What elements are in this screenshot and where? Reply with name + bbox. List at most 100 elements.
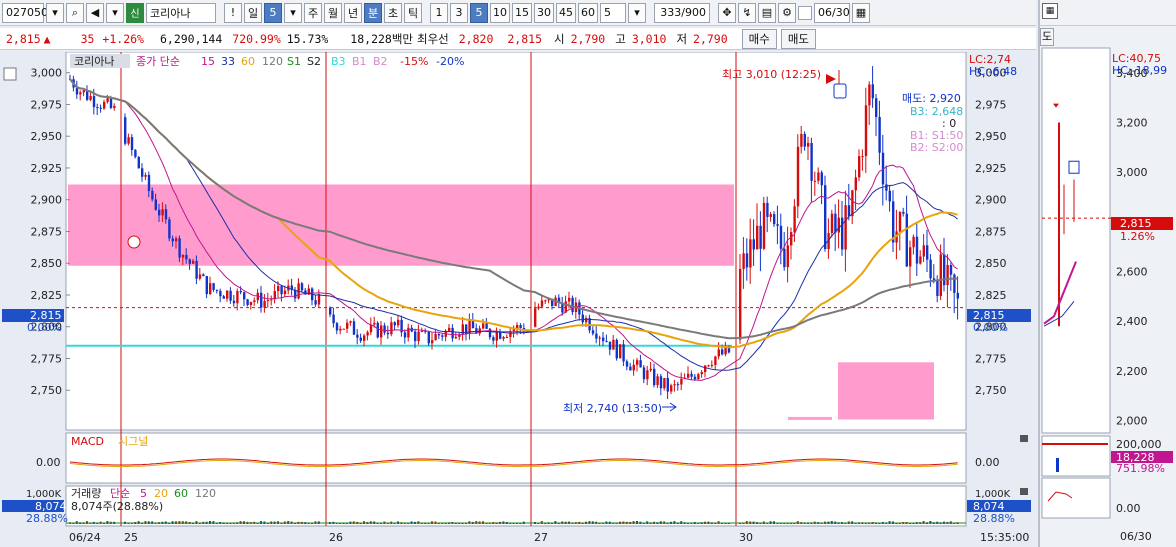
chart-type-icon[interactable]: ✥ <box>718 2 736 23</box>
minute-10[interactable]: 10 <box>490 2 510 23</box>
candle-body <box>534 308 537 327</box>
chart-panel[interactable]: 3,000 3,000 2,975 2,975 2,950 2,950 2,925 2,925… <box>0 51 1036 547</box>
candle-body <box>939 254 942 297</box>
candle-body <box>349 321 352 323</box>
period-year[interactable]: 년 <box>344 2 362 23</box>
candle-body <box>441 335 444 337</box>
period-dropdown-icon[interactable]: ▾ <box>284 2 302 23</box>
candle-body <box>639 360 642 368</box>
panel-menu-icon[interactable] <box>3 67 17 81</box>
candle-body <box>642 367 646 380</box>
candle-body <box>266 300 270 302</box>
mini-header: ▦ <box>1040 0 1176 26</box>
period-day-button[interactable]: 일 <box>244 2 262 23</box>
mini-vol-pct: 751.98% <box>1116 462 1165 475</box>
minute-60[interactable]: 60 <box>578 2 598 23</box>
list-icon[interactable]: ▾ <box>106 2 124 23</box>
candle-body <box>844 205 847 250</box>
mini-chart-window[interactable]: ▦ 도 LC:40,75 HC:-18,99 3,400 3,200 3,000 2,… <box>1038 0 1176 547</box>
candle-body <box>485 323 488 329</box>
candle-body <box>96 107 99 109</box>
minute-input[interactable]: 5 <box>600 2 626 23</box>
candle-body <box>632 364 635 371</box>
draw-tool-icon[interactable]: ↯ <box>738 2 756 23</box>
save-icon[interactable]: ▤ <box>758 2 776 23</box>
sell-button[interactable]: 매도 <box>780 28 816 49</box>
code-dropdown-icon[interactable]: ▾ <box>46 2 64 23</box>
speaker-icon[interactable]: ◀ <box>86 2 104 23</box>
minute-dropdown-icon[interactable]: ▾ <box>628 2 646 23</box>
candle-body <box>376 322 379 338</box>
period-tick[interactable]: 틱 <box>404 2 422 23</box>
stock-name-field[interactable]: 코리아나 <box>146 2 216 23</box>
count-field[interactable]: 333/900 <box>654 2 710 23</box>
low-price: 2,790 <box>693 31 728 46</box>
market-badge: 신 <box>126 2 144 23</box>
candle-body <box>492 337 495 341</box>
period-week[interactable]: 주 <box>304 2 322 23</box>
candle-body <box>154 199 157 210</box>
alert-button[interactable]: ! <box>224 2 242 23</box>
gear-icon[interactable]: ⚙ <box>778 2 796 23</box>
minute-1[interactable]: 1 <box>430 2 448 23</box>
candle-body <box>612 339 615 350</box>
volume-tick-left: 1,000K <box>26 489 62 500</box>
candle-body <box>800 133 803 147</box>
volume-ma-60: 60 <box>174 487 188 500</box>
candle-body <box>502 337 505 339</box>
mini-calendar-icon[interactable]: ▦ <box>1042 3 1058 19</box>
candle-body <box>540 300 544 307</box>
candle-body <box>113 105 116 109</box>
date-field[interactable]: 06/30 <box>814 2 850 23</box>
minute-5[interactable]: 5 <box>470 2 488 23</box>
candle-body <box>636 360 639 365</box>
macd-plot-area[interactable] <box>65 432 967 484</box>
candle-body <box>253 300 256 302</box>
candle-body <box>680 378 683 385</box>
candle-body <box>936 280 939 297</box>
candle-body <box>451 327 454 339</box>
candle-body <box>693 376 697 380</box>
period-second[interactable]: 초 <box>384 2 402 23</box>
macd-close-icon[interactable] <box>1020 435 1028 442</box>
candle-body <box>178 238 181 258</box>
candle-body <box>407 327 410 338</box>
candle-body <box>352 321 356 335</box>
period-month[interactable]: 월 <box>324 2 342 23</box>
candle-body <box>892 201 895 243</box>
candle-body <box>656 376 659 386</box>
period-minute[interactable]: 분 <box>364 2 382 23</box>
minute-45[interactable]: 45 <box>556 2 576 23</box>
stock-code-input[interactable]: 027050 <box>2 2 48 23</box>
change-percent: +1.26% <box>102 31 144 46</box>
volume-value: 8,074주(28.88%) <box>71 500 163 513</box>
minute-3[interactable]: 3 <box>450 2 468 23</box>
order-sell-label: 매도: 2,920 <box>902 92 961 105</box>
candle-body <box>488 328 492 338</box>
candle-body <box>710 364 714 366</box>
candle-body <box>783 248 786 268</box>
candle-body <box>397 319 400 326</box>
candle-body <box>495 331 498 341</box>
date-checkbox[interactable] <box>798 5 812 20</box>
candle-body <box>137 156 140 169</box>
candle-body <box>591 330 595 334</box>
search-icon[interactable]: ⌕ <box>66 2 84 23</box>
candle-body <box>512 329 515 331</box>
volume-close-icon[interactable] <box>1020 488 1028 495</box>
candle-body <box>414 331 417 342</box>
mini-vol-bar <box>1056 458 1059 472</box>
volume-ma-5: 5 <box>140 487 147 500</box>
macd-signal-label: 시그널 <box>118 435 148 448</box>
buy-button[interactable]: 매수 <box>741 28 777 49</box>
candle-body <box>144 174 147 177</box>
period-num-select[interactable]: 5 <box>264 2 282 23</box>
high-annotation: 최고 3,010 (12:25) <box>722 68 821 81</box>
minute-15[interactable]: 15 <box>512 2 532 23</box>
minute-30[interactable]: 30 <box>534 2 554 23</box>
mini-chart[interactable]: LC:40,75 HC:-18,99 3,4003,2003,0002,8002… <box>1040 26 1176 547</box>
calendar-icon[interactable]: ▦ <box>852 2 870 23</box>
price-chart[interactable]: 3,000 3,0002,975 2,9752,950 2,9502,925 2,925… <box>0 51 1036 547</box>
price-tag-left-pct: 0.00% <box>27 321 62 334</box>
candle-body <box>342 328 345 330</box>
